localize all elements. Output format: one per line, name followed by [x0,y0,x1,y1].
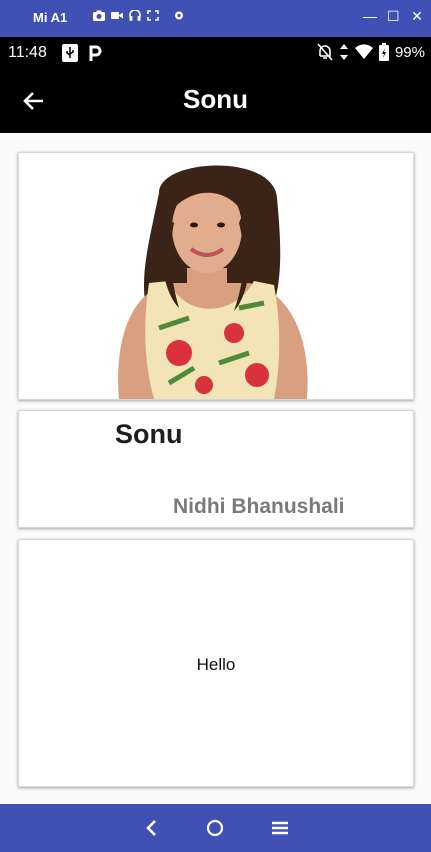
phone-screen: 11:48 99% Sonu Sonu Nidhi Bhanushali Hel… [0,37,431,804]
character-photo [19,153,413,399]
message-card: Hello [18,539,414,787]
nav-home-icon[interactable] [203,816,227,840]
battery-percent: 99% [394,43,425,61]
status-bar: 11:48 99% [0,37,431,69]
status-time: 11:48 [8,44,47,61]
parking-icon [89,45,102,61]
emulator-title-bar: Mi A1 — ☐ ✕ [0,0,431,37]
video-icon[interactable] [111,10,123,21]
emulator-toolbar [93,10,185,21]
mute-icon [317,43,333,61]
character-photo-card [18,152,414,400]
system-icons: 99% [317,43,425,61]
fullscreen-icon[interactable] [147,10,159,21]
nav-back-icon[interactable] [140,816,164,840]
usb-icon [62,44,78,62]
nav-menu-icon[interactable] [268,816,292,840]
app-bar: Sonu [0,69,431,133]
maximize-icon[interactable]: ☐ [387,8,400,25]
navigation-bar [0,804,431,852]
minimize-icon[interactable]: — [363,8,377,25]
character-info-card: Sonu Nidhi Bhanushali [18,410,414,528]
settings-icon[interactable] [173,10,185,21]
notification-icons [62,44,102,62]
battery-icon [378,43,389,61]
camera-icon[interactable] [93,10,105,21]
page-title: Sonu [183,84,248,114]
device-name: Mi A1 [33,10,68,25]
wifi-icon [354,44,373,59]
character-name: Sonu [115,419,183,449]
window-controls: — ☐ ✕ [363,8,423,25]
message-text: Hello [196,655,236,674]
headset-icon[interactable] [129,10,141,21]
actor-name: Nidhi Bhanushali [173,495,345,518]
signal-icon [339,44,348,60]
detail-content: Sonu Nidhi Bhanushali Hello [0,133,431,804]
close-icon[interactable]: ✕ [411,8,423,25]
